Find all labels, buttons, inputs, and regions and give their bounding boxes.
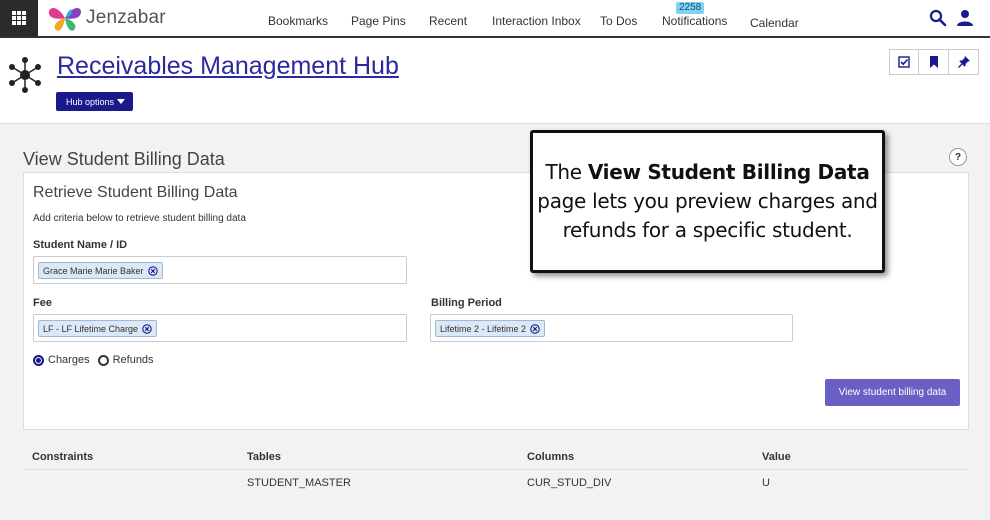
refunds-radio-label[interactable]: Refunds [113, 354, 154, 366]
billing-period-input[interactable]: Lifetime 2 - Lifetime 2 [430, 314, 793, 342]
jenzabar-butterfly-icon [48, 8, 81, 31]
search-icon[interactable] [929, 9, 947, 27]
fee-chip: LF - LF Lifetime Charge [38, 320, 158, 337]
hub-options-label: Hub options [66, 96, 115, 107]
top-nav: Jenzabar Bookmarks Page Pins Recent Inte… [0, 0, 990, 38]
student-chip: Grace Marie Marie Baker [38, 262, 163, 279]
column-header-tables: Tables [247, 451, 282, 463]
remove-circle-icon[interactable] [530, 323, 540, 334]
tutorial-callout: The View Student Billing Data page lets … [530, 130, 885, 273]
billing-period-chip-label: Lifetime 2 - Lifetime 2 [440, 323, 527, 334]
bookmark-button[interactable] [919, 49, 949, 75]
student-label: Student Name / ID [33, 239, 128, 251]
cell-columns: CUR_STUD_DIV [527, 477, 612, 489]
nav-interaction-inbox[interactable]: Interaction Inbox [492, 14, 581, 28]
checkbox-icon [898, 56, 910, 68]
table-row: STUDENT_MASTER CUR_STUD_DIV U [23, 470, 969, 496]
student-input[interactable]: Grace Marie Marie Baker [33, 256, 407, 284]
nav-notifications[interactable]: Notifications [662, 14, 727, 28]
nav-recent[interactable]: Recent [429, 14, 467, 28]
column-header-value: Value [762, 451, 791, 463]
nav-bookmarks[interactable]: Bookmarks [268, 14, 328, 28]
cell-value: U [762, 477, 770, 489]
charges-radio-label[interactable]: Charges [48, 354, 90, 366]
apps-grid-button[interactable] [0, 0, 38, 36]
billing-period-chip: Lifetime 2 - Lifetime 2 [435, 320, 546, 337]
callout-prefix: The [545, 160, 588, 184]
refunds-radio[interactable] [97, 354, 109, 366]
hub-network-icon [9, 57, 41, 93]
fee-label: Fee [33, 297, 52, 309]
callout-suffix: page lets you preview charges and refund… [537, 189, 878, 242]
billing-period-label: Billing Period [431, 297, 502, 309]
card-title: Retrieve Student Billing Data [33, 184, 238, 201]
fee-chip-label: LF - LF Lifetime Charge [43, 323, 139, 334]
jenzabar-logo[interactable]: Jenzabar [48, 4, 166, 32]
user-icon[interactable] [956, 9, 974, 27]
student-chip-label: Grace Marie Marie Baker [43, 265, 144, 276]
nav-to-dos[interactable]: To Dos [600, 14, 637, 28]
charges-radio[interactable] [33, 354, 44, 366]
hub-action-buttons [889, 49, 979, 75]
card-subtitle: Add criteria below to retrieve student b… [33, 213, 246, 224]
nav-calendar[interactable]: Calendar [750, 16, 799, 30]
callout-text: The View Student Billing Data page lets … [537, 158, 878, 245]
column-header-constraints: Constraints [32, 451, 94, 463]
logo-text: Jenzabar [86, 7, 166, 28]
add-to-do-button[interactable] [889, 49, 919, 75]
table-header: Constraints Tables Columns Value [23, 444, 969, 470]
callout-bold: View Student Billing Data [587, 160, 870, 184]
page-title: View Student Billing Data [23, 149, 225, 169]
column-header-columns: Columns [527, 451, 575, 463]
fee-input[interactable]: LF - LF Lifetime Charge [33, 314, 407, 342]
hub-title-link[interactable]: Receivables Management Hub [57, 52, 399, 81]
help-button[interactable]: ? [949, 148, 967, 166]
nav-page-pins[interactable]: Page Pins [351, 14, 406, 28]
grid-icon [12, 11, 26, 25]
notifications-badge: 2258 [676, 2, 705, 14]
remove-circle-icon[interactable] [142, 323, 152, 334]
hub-header: Receivables Management Hub Hub options [0, 38, 990, 124]
bookmark-icon [929, 56, 938, 68]
pin-button[interactable] [949, 49, 979, 75]
caret-down-icon [117, 99, 126, 104]
charge-type-radio-group: Charges Refunds [33, 354, 162, 366]
view-billing-data-button[interactable]: View student billing data [825, 379, 960, 406]
hub-options-button[interactable]: Hub options [56, 92, 134, 111]
pin-icon [957, 56, 970, 68]
remove-circle-icon[interactable] [147, 265, 158, 276]
cell-tables: STUDENT_MASTER [247, 477, 351, 489]
